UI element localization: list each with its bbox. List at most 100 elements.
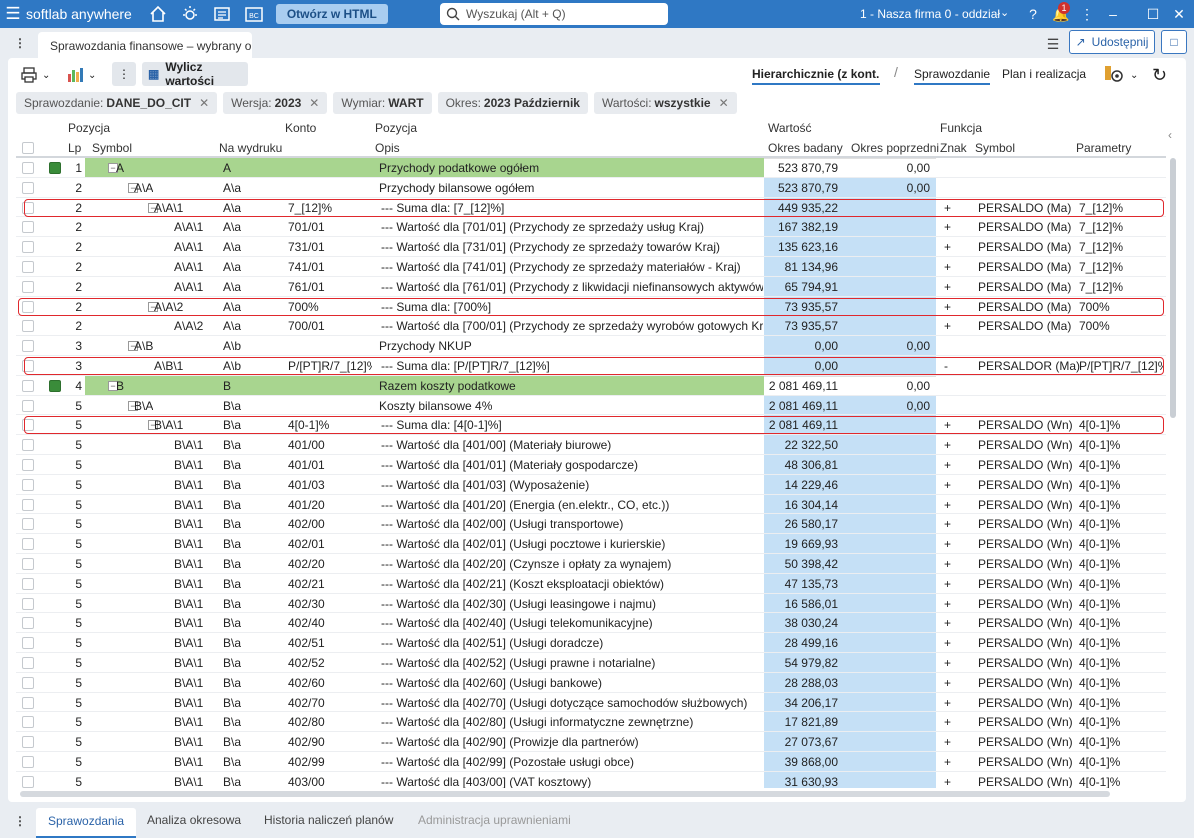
chevron-left-icon[interactable]: ‹ [1168,128,1172,142]
filter-chip[interactable]: Okres: 2023 Październik [437,92,588,114]
table-row[interactable]: 2 A\A\1 A\a 731/01 --- Wartość dla [731/01] … [16,237,1166,257]
tab-sprawozdanie[interactable]: Sprawozdanie [914,67,991,85]
close-icon[interactable]: ✕ [719,96,729,110]
table-row[interactable]: 5 B\A\1 B\a 402/40 --- Wartość dla [402/40] … [16,613,1166,634]
more-actions-icon[interactable]: ⋮ [112,62,136,86]
bottom-menu-icon[interactable]: ⋮ [12,814,28,828]
search-input[interactable]: Wyszukaj (Alt + Q) [440,3,668,25]
company-selector[interactable]: 1 - Nasza firma 0 - oddział [860,7,1000,21]
row-checkbox[interactable] [22,379,34,392]
print-icon[interactable]: ⌄ [20,63,50,87]
table-row[interactable]: 4− B B Razem koszty podatkowe 2 081 469,11 0,… [16,375,1166,396]
header-na-wydruku[interactable]: Na wydruku [219,141,282,155]
table-row[interactable]: 5 B\A\1 B\a 402/60 --- Wartość dla [402/60] … [16,672,1166,693]
table-row[interactable]: 5− B\A\1 B\a 4[0-1]% --- Suma dla: [4[0-1]%]… [16,415,1166,436]
row-checkbox[interactable] [22,340,34,353]
row-checkbox[interactable] [22,439,34,452]
table-row[interactable]: 5 B\A\1 B\a 401/00 --- Wartość dla [401/00] … [16,435,1166,455]
close-icon[interactable]: ✕ [1166,0,1192,28]
table-row[interactable]: 5 B\A\1 B\a 401/03 --- Wartość dla [401/03] … [16,474,1166,495]
share-button[interactable]: ↗ Udostępnij [1069,30,1155,54]
table-row[interactable]: 5 B\A\1 B\a 402/01 --- Wartość dla [402/01] … [16,534,1166,554]
open-html-button[interactable]: Otwórz w HTML [275,4,388,24]
bc-icon[interactable]: BC [238,0,270,28]
chat-icon[interactable]: □ [1161,30,1187,54]
row-checkbox[interactable] [22,577,34,590]
table-row[interactable]: 2 A\A\1 A\a 701/01 --- Wartość dla [701/01] … [16,217,1166,238]
minimize-icon[interactable]: – [1100,0,1126,28]
row-checkbox[interactable] [22,280,34,293]
row-checkbox[interactable] [22,538,34,551]
header-okres-poprzedni[interactable]: Okres poprzedni [851,141,939,155]
row-checkbox[interactable] [22,181,34,194]
header-okres-badany[interactable]: Okres badany [768,141,843,155]
header-lp[interactable]: Lp [68,141,81,155]
table-row[interactable]: 5 B\A\1 B\a 401/20 --- Wartość dla [401/20] … [16,494,1166,515]
row-checkbox[interactable] [22,478,34,491]
vertical-scrollbar[interactable]: ‹ [1168,118,1178,758]
row-checkbox[interactable] [22,775,34,788]
tab-historia-naliczen[interactable]: Historia naliczeń planów [264,813,393,827]
row-checkbox[interactable] [22,241,34,254]
tab-document[interactable]: Sprawozdania finansowe – wybrany o [38,32,252,58]
table-row[interactable]: 2 A\A\2 A\a 700/01 --- Wartość dla [700/01] … [16,316,1166,337]
table-row[interactable]: 5 B\A\1 B\a 402/51 --- Wartość dla [402/51] … [16,633,1166,653]
menu-icon[interactable]: ☰ [0,4,26,24]
row-checkbox[interactable] [22,597,34,610]
row-checkbox[interactable] [22,656,34,669]
row-checkbox[interactable] [22,637,34,650]
table-row[interactable]: 5 B\A\1 B\a 402/21 --- Wartość dla [402/21] … [16,573,1166,594]
help-icon[interactable]: ? [1020,0,1046,28]
scrollbar-thumb[interactable] [1170,158,1176,418]
sun-icon[interactable] [174,0,206,28]
header-znak[interactable]: Znak [940,141,967,155]
select-all-checkbox[interactable] [22,142,34,154]
row-checkbox[interactable] [22,458,34,471]
row-checkbox[interactable] [22,736,34,749]
tabs-menu-icon[interactable]: ⋮ [12,36,28,50]
row-checkbox[interactable] [22,162,34,174]
table-row[interactable]: 5− B\A B\a Koszty bilansowe 4% 2 081 469,11 0… [16,395,1166,416]
row-checkbox[interactable] [22,755,34,768]
table-row[interactable]: 5 B\A\1 B\a 402/00 --- Wartość dla [402/00] … [16,514,1166,535]
table-row[interactable]: 1− A A Przychody podatkowe ogółem 523 870,79… [16,158,1166,178]
row-checkbox[interactable] [22,676,34,689]
table-row[interactable]: 5 B\A\1 B\a 403/00 --- Wartość dla [403/00] … [16,771,1166,788]
row-checkbox[interactable] [22,221,34,234]
list-view-icon[interactable]: ☰ [1040,30,1066,58]
table-row[interactable]: 5 B\A\1 B\a 401/01 --- Wartość dla [401/01] … [16,454,1166,475]
tab-plan-realizacja[interactable]: Plan i realizacja [1002,67,1086,83]
settings-icon[interactable]: ⌄ [1104,63,1138,87]
table-row[interactable]: 2− A\A A\a Przychody bilansowe ogółem 523 87… [16,177,1166,198]
close-icon[interactable]: ✕ [309,96,319,110]
table-row[interactable]: 5 B\A\1 B\a 402/52 --- Wartość dla [402/52] … [16,652,1166,673]
filter-chip[interactable]: Wartości: wszystkie ✕ [593,92,737,114]
table-row[interactable]: 3 A\B\1 A\b P/[PT]R/7_[12]% --- Suma dla: [P… [16,355,1166,376]
home-icon[interactable] [142,0,174,28]
table-row[interactable]: 5 B\A\1 B\a 402/80 --- Wartość dla [402/80] … [16,712,1166,733]
row-checkbox[interactable] [22,260,34,273]
horizontal-scrollbar[interactable] [20,790,1164,798]
tab-administracja[interactable]: Administracja uprawnieniami [418,813,571,827]
more-icon[interactable]: ⋮ [1074,0,1100,28]
row-checkbox[interactable] [22,716,34,729]
chevron-down-icon[interactable]: ⌄ [1000,6,1009,19]
refresh-icon[interactable]: ↻ [1152,63,1167,87]
tab-sprawozdania[interactable]: Sprawozdania [36,808,137,838]
header-symbol[interactable]: Symbol [92,141,132,155]
row-checkbox[interactable] [22,498,34,511]
header-function-symbol[interactable]: Symbol [975,141,1015,155]
table-row[interactable]: 2 A\A\1 A\a 761/01 --- Wartość dla [761/01] … [16,276,1166,297]
filter-chip[interactable]: Sprawozdanie: DANE_DO_CIT ✕ [16,92,218,114]
header-opis[interactable]: Opis [375,141,400,155]
filter-chip[interactable]: Wymiar: WART [333,92,432,114]
row-checkbox[interactable] [22,399,34,412]
table-row[interactable]: 5 B\A\1 B\a 402/99 --- Wartość dla [402/99] … [16,751,1166,772]
calculate-values-button[interactable]: ▦ Wylicz wartości [142,60,248,88]
scrollbar-thumb[interactable] [20,791,1110,797]
table-row[interactable]: 5 B\A\1 B\a 402/20 --- Wartość dla [402/20] … [16,553,1166,574]
header-parametry[interactable]: Parametry [1076,141,1131,155]
table-row[interactable]: 5 B\A\1 B\a 402/30 --- Wartość dla [402/30] … [16,593,1166,614]
table-row[interactable]: 2 A\A\1 A\a 741/01 --- Wartość dla [741/01] … [16,256,1166,277]
row-checkbox[interactable] [22,320,34,333]
